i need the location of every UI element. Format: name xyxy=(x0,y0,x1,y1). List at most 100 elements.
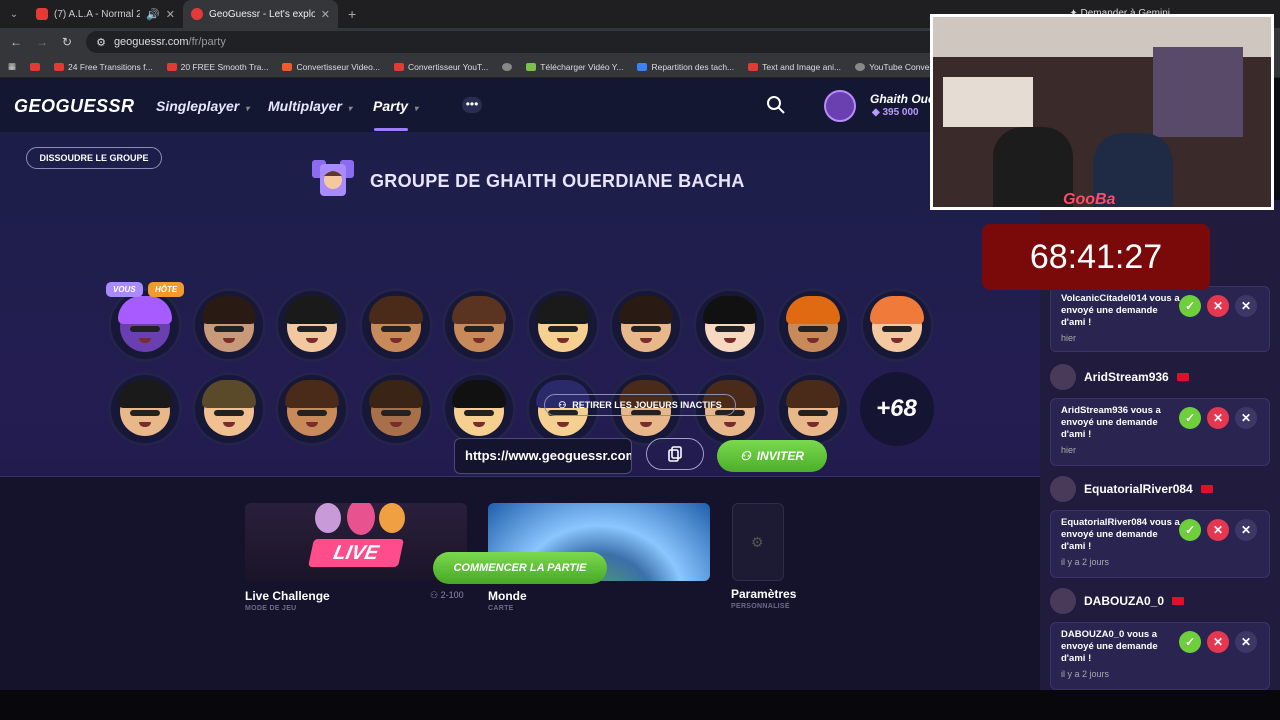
player-avatar[interactable] xyxy=(442,288,516,362)
nav-singleplayer[interactable]: Singleplayer ▾ xyxy=(156,98,249,114)
bookmark-item[interactable]: 20 FREE Smooth Tra... xyxy=(166,62,268,72)
remove-user-icon: ⚇ xyxy=(558,399,567,410)
flag-icon xyxy=(1200,485,1213,493)
sender-name: DABOUZA0_0 xyxy=(1084,594,1165,608)
decline-icon[interactable]: ✕ xyxy=(1207,295,1229,317)
notification-sender[interactable]: DABOUZA0_0 xyxy=(1050,588,1185,614)
tab-title: (7) A.L.A - Normal 2 (Official xyxy=(54,8,141,20)
dissolve-group-button[interactable]: DISSOUDRE LE GROUPE xyxy=(26,147,162,169)
back-icon[interactable]: ← xyxy=(10,35,22,49)
accept-icon[interactable]: ✓ xyxy=(1179,295,1201,317)
user-name[interactable]: Ghaith Oue xyxy=(870,92,935,106)
player-avatar[interactable] xyxy=(776,288,850,362)
notification-sender[interactable]: AridStream936 xyxy=(1050,364,1189,390)
bookmark-item[interactable]: Repartition des tach... xyxy=(637,62,734,72)
start-game-button[interactable]: COMMENCER LA PARTIE xyxy=(433,552,607,584)
avatar xyxy=(1050,364,1076,390)
game-mode-subtitle: MODE DE JEU xyxy=(245,605,297,612)
player-avatar[interactable] xyxy=(275,372,349,446)
new-tab-button[interactable]: + xyxy=(338,6,366,22)
taskbar xyxy=(0,690,1280,720)
accept-icon[interactable]: ✓ xyxy=(1179,519,1201,541)
nav-party[interactable]: Party ▾ xyxy=(373,98,418,114)
settings-card[interactable]: ⚙ xyxy=(732,503,784,581)
tab-close-icon[interactable]: ✕ xyxy=(166,8,175,21)
person xyxy=(993,127,1073,207)
close-icon[interactable]: ✕ xyxy=(1235,407,1257,429)
nav-label: Party xyxy=(373,98,409,114)
player-avatar[interactable] xyxy=(859,288,934,362)
browser-tab-geoguessr[interactable]: GeoGuessr - Let's explore the w ✕ xyxy=(183,0,338,28)
invite-url-field[interactable]: https://www.geoguessr.com/party xyxy=(454,438,632,474)
remove-inactive-button[interactable]: ⚇ RETIRER LES JOUEURS INACTIFS xyxy=(544,394,736,416)
more-menu-button[interactable]: ••• xyxy=(462,97,482,113)
search-icon[interactable] xyxy=(766,95,786,115)
request-text: EquatorialRiver084 vous a envoyé une dem… xyxy=(1061,517,1180,552)
player-avatar[interactable] xyxy=(525,288,600,362)
player-avatar[interactable] xyxy=(609,288,683,362)
bookmark-item[interactable]: Télécharger Vidéo Y... xyxy=(526,62,623,72)
more-players-count[interactable]: +68 xyxy=(859,372,934,446)
player-avatar[interactable] xyxy=(776,372,850,446)
youtube-icon xyxy=(54,62,65,71)
you-badge: VOUS xyxy=(106,282,143,297)
webcam-logo: GooBa xyxy=(1063,191,1116,208)
tab-close-icon[interactable]: ✕ xyxy=(321,8,330,21)
player-avatar[interactable] xyxy=(692,288,767,362)
bookmark-label: Convertisseur Video... xyxy=(296,61,380,72)
copy-link-button[interactable] xyxy=(646,438,704,470)
player-avatar[interactable] xyxy=(108,372,182,446)
invite-button[interactable]: ⚇ INVITER xyxy=(717,440,827,472)
browser-tab-youtube[interactable]: (7) A.L.A - Normal 2 (Official 🔊 ✕ xyxy=(28,0,183,28)
decline-icon[interactable]: ✕ xyxy=(1207,631,1229,653)
player-avatar[interactable] xyxy=(275,288,349,362)
character-illustration xyxy=(315,503,341,533)
avatar[interactable] xyxy=(824,90,856,122)
apps-icon[interactable]: ▦ xyxy=(8,61,16,72)
nav-multiplayer[interactable]: Multiplayer ▾ xyxy=(268,98,352,114)
site-info-icon[interactable]: ⚙ xyxy=(96,36,106,49)
users-icon: ⚇ xyxy=(430,590,439,600)
player-avatar[interactable] xyxy=(358,372,433,446)
bookmark-item[interactable]: Convertisseur YouT... xyxy=(393,61,489,72)
request-text: AridStream936 vous a envoyé une demande … xyxy=(1061,405,1161,440)
notification-sender[interactable]: EquatorialRiver084 xyxy=(1050,476,1213,502)
player-avatar[interactable] xyxy=(442,372,516,446)
character-illustration xyxy=(347,503,375,535)
player-avatar[interactable] xyxy=(108,288,182,362)
player-avatar[interactable] xyxy=(191,288,266,362)
flag-icon xyxy=(1172,597,1185,605)
url-field[interactable]: ⚙ geoguessr.com/fr/party xyxy=(86,31,987,53)
bookmark-item[interactable] xyxy=(502,62,513,71)
friend-request-card: EquatorialRiver084 vous a envoyé une dem… xyxy=(1050,510,1270,578)
url-path: /fr/party xyxy=(188,36,226,48)
speaker-icon[interactable]: 🔊 xyxy=(146,8,160,21)
close-icon[interactable]: ✕ xyxy=(1235,519,1257,541)
sender-name: AridStream936 xyxy=(1084,370,1169,384)
bookmark-item[interactable]: Text and Image ani... xyxy=(748,62,841,72)
decline-icon[interactable]: ✕ xyxy=(1207,519,1229,541)
map-title: Monde xyxy=(488,589,527,603)
chevron-down-icon: ▾ xyxy=(347,104,352,113)
bookmark-label: Convertisseur YouT... xyxy=(407,61,489,72)
geoguessr-logo[interactable]: GEOGUESSR xyxy=(14,96,135,117)
forward-icon[interactable]: → xyxy=(36,35,48,49)
close-icon[interactable]: ✕ xyxy=(1235,295,1257,317)
stream-timer: 68:41:27 xyxy=(982,224,1210,290)
player-avatar[interactable] xyxy=(358,288,433,362)
tab-search-icon[interactable]: ⌄ xyxy=(0,9,28,20)
youtube-icon xyxy=(166,62,177,71)
bookmark-youtube[interactable] xyxy=(30,62,41,71)
settings-subtitle: PERSONNALISÉ xyxy=(731,603,790,610)
bookmark-item[interactable]: Convertisseur Video... xyxy=(282,61,380,72)
accept-icon[interactable]: ✓ xyxy=(1179,407,1201,429)
reload-icon[interactable]: ↻ xyxy=(62,35,72,49)
bookmark-item[interactable]: 24 Free Transitions f... xyxy=(54,62,153,72)
close-icon[interactable]: ✕ xyxy=(1235,631,1257,653)
flag-icon xyxy=(1176,373,1189,381)
decline-icon[interactable]: ✕ xyxy=(1207,407,1229,429)
add-user-icon: ⚇ xyxy=(739,449,751,463)
accept-icon[interactable]: ✓ xyxy=(1179,631,1201,653)
player-avatar[interactable] xyxy=(191,372,266,446)
group-title: GROUPE DE GHAITH OUERDIANE BACHA xyxy=(370,171,745,191)
